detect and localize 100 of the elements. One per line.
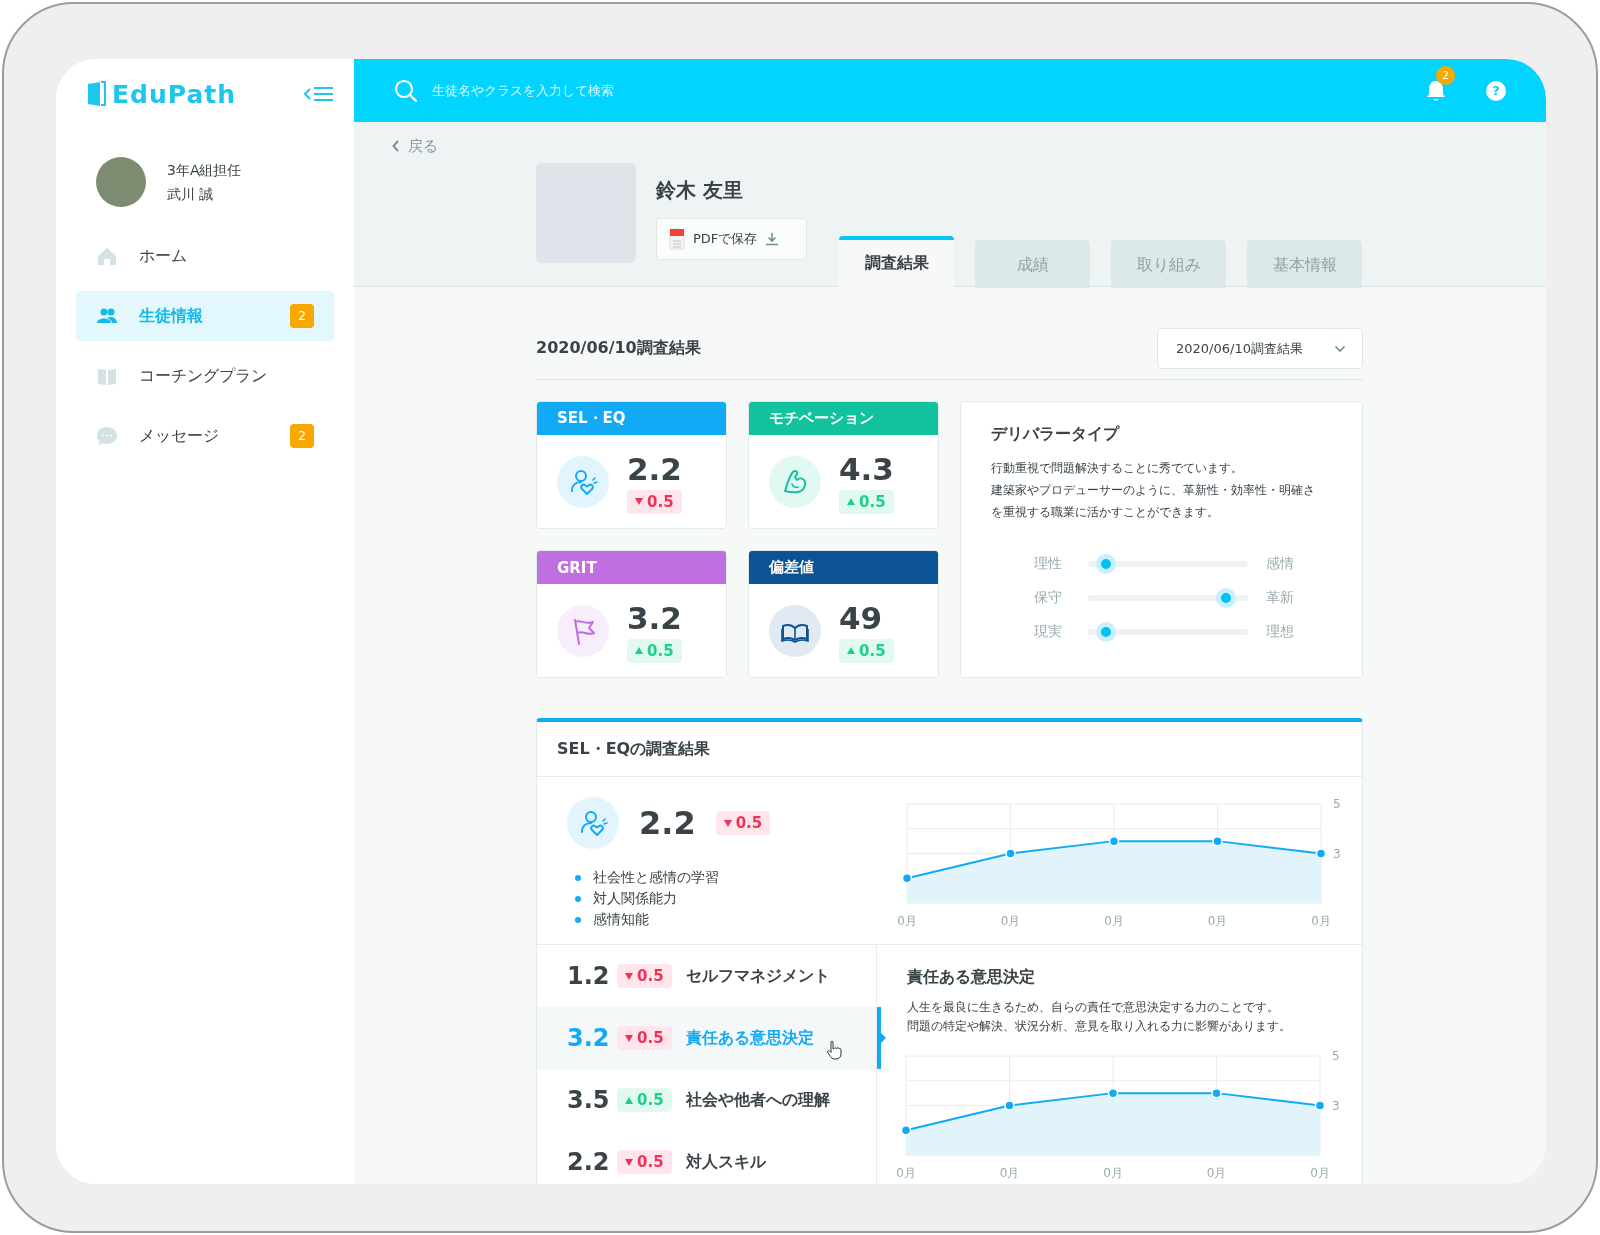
score-value: 2.2 xyxy=(627,449,682,488)
scale-label: 革新 xyxy=(1266,589,1294,607)
nav-item[interactable]: メッセージ 2 xyxy=(76,411,334,461)
subscore-label: 対人スキル xyxy=(685,1151,766,1173)
subscore-label: 社会や他者への理解 xyxy=(685,1089,830,1111)
scale-label: 感情 xyxy=(1266,555,1294,573)
axis-label: 0月 xyxy=(1104,914,1124,927)
data-point xyxy=(1004,1100,1015,1111)
axis-tick-label: 5 xyxy=(1333,797,1341,811)
subscore-value: 3.5 xyxy=(567,1086,611,1114)
chevron-down-icon xyxy=(1334,344,1346,353)
axis-label: 0月 xyxy=(1206,1166,1227,1179)
axis-tick-label: 3 xyxy=(1333,846,1341,861)
data-point xyxy=(1108,835,1120,847)
card-header: GRIT xyxy=(537,551,726,584)
subscore-row[interactable]: 3.5 0.5 社会や他者への理解 xyxy=(537,1069,876,1131)
subscore-row[interactable]: 2.2 0.5 対人スキル xyxy=(537,1131,876,1184)
description-line: 問題の特定や解決、状況分析、意見を取り入れる力に影響があります。 xyxy=(907,1018,1292,1035)
bullet-text: 対人関係能力 xyxy=(593,889,677,908)
user-role: 3年A組担任 xyxy=(167,161,242,180)
score-value: 49 xyxy=(839,598,883,637)
bullet-text: 社会性と感情の学習 xyxy=(593,868,719,887)
axis-tick-label: 3 xyxy=(1332,1098,1340,1113)
axis-tick-label: 5 xyxy=(1332,1049,1340,1063)
data-point xyxy=(1314,1100,1326,1111)
score-value: 4.3 xyxy=(839,449,894,488)
date-dropdown[interactable]: 2020/06/10調査結果 xyxy=(1157,328,1363,369)
user-name: 武川 誠 xyxy=(167,185,215,204)
scale-label: 理性 xyxy=(1034,555,1063,573)
section-title: 2020/06/10調査結果 xyxy=(536,338,701,359)
score-value: 2.2 xyxy=(639,804,696,842)
decrease-badge: 0.5 xyxy=(617,1026,672,1050)
chat-bubble-icon xyxy=(96,425,118,447)
subscore-row[interactable]: 1.2 0.5 セルフマネジメント xyxy=(537,945,876,1007)
card-title: デリバラータイプ xyxy=(991,424,1121,445)
panel-title: SEL・EQの調査結果 xyxy=(537,722,1362,777)
tab[interactable]: 調査結果 xyxy=(839,236,954,288)
download-icon xyxy=(765,232,780,246)
description-line: 建築家やプロデューサーのように、革新性・効率性・明確さ xyxy=(991,482,1316,499)
count-badge: 2 xyxy=(290,424,314,448)
data-point xyxy=(900,1125,912,1136)
subscore-value: 1.2 xyxy=(567,962,611,990)
search-field[interactable]: 生徒名やクラスを入力して検索 xyxy=(432,83,952,98)
pdf-file-icon xyxy=(669,228,685,250)
axis-label: 0月 xyxy=(1000,914,1021,927)
detail-title: 責任ある意思決定 xyxy=(907,967,1036,988)
card-header: 偏差値 xyxy=(749,551,938,584)
slider-thumb[interactable] xyxy=(1215,588,1236,608)
description-line: を重視する職業に活かすことができます。 xyxy=(991,504,1220,521)
slider-thumb[interactable] xyxy=(1095,622,1116,642)
bullet-dot xyxy=(575,895,581,902)
open-book-icon xyxy=(769,604,821,657)
logo-icon xyxy=(86,81,106,107)
increase-badge: 0.5 xyxy=(627,638,682,663)
avatar xyxy=(96,157,146,207)
logo-text: EduPath xyxy=(112,79,237,109)
nav-item[interactable]: ホーム xyxy=(76,231,334,281)
description-line: 行動重視で問題解決することに秀でています。 xyxy=(991,460,1244,477)
subscore-label: セルフマネジメント xyxy=(685,965,830,987)
bullet-text: 感情知能 xyxy=(593,910,649,929)
scale-label: 理想 xyxy=(1266,623,1294,641)
card-header: SEL・EQ xyxy=(537,402,726,435)
subscore-value: 3.2 xyxy=(567,1024,611,1052)
home-icon xyxy=(96,245,118,267)
bullet-dot xyxy=(575,874,581,881)
decrease-badge: 0.5 xyxy=(617,964,672,988)
axis-label: 0月 xyxy=(897,914,917,927)
decrease-badge: 0.5 xyxy=(617,1150,672,1174)
chevron-left-icon xyxy=(392,140,400,152)
collapse-menu-icon[interactable] xyxy=(304,85,334,103)
axis-label: 0月 xyxy=(1103,1166,1123,1179)
axis-label: 0月 xyxy=(1207,914,1228,927)
axis-label: 0月 xyxy=(1310,1166,1330,1179)
scale-label: 保守 xyxy=(1034,589,1063,607)
scale-label: 現実 xyxy=(1034,623,1063,641)
axis-label: 0月 xyxy=(1311,914,1331,927)
notification-badge: 2 xyxy=(1436,65,1455,85)
subscore-value: 2.2 xyxy=(567,1148,611,1176)
data-point xyxy=(1211,1087,1222,1099)
search-icon xyxy=(394,78,418,103)
decrease-badge: 0.5 xyxy=(627,489,682,514)
bell-icon[interactable] xyxy=(1424,78,1448,103)
description-line: 人生を最良に生きるため、自らの責任で意思決定する力のことです。 xyxy=(907,999,1280,1016)
selection-indicator xyxy=(877,1007,887,1069)
data-point xyxy=(1315,848,1327,859)
increase-badge: 0.5 xyxy=(839,638,894,663)
pdf-save-button[interactable]: PDFで保存 xyxy=(656,218,807,260)
axis-label: 0月 xyxy=(999,1166,1020,1179)
bullet-dot xyxy=(575,916,581,923)
count-badge: 2 xyxy=(290,304,314,328)
data-point xyxy=(1107,1087,1119,1099)
subscore-label: 責任ある意思決定 xyxy=(685,1027,814,1049)
data-point xyxy=(1005,848,1016,859)
card-header: モチベーション xyxy=(749,402,938,435)
score-value: 3.2 xyxy=(627,598,682,637)
nav-item[interactable]: コーチングプラン xyxy=(76,351,334,401)
data-point xyxy=(1212,835,1223,847)
data-point xyxy=(901,873,913,884)
increase-badge: 0.5 xyxy=(839,489,894,514)
slider-thumb[interactable] xyxy=(1095,554,1116,574)
